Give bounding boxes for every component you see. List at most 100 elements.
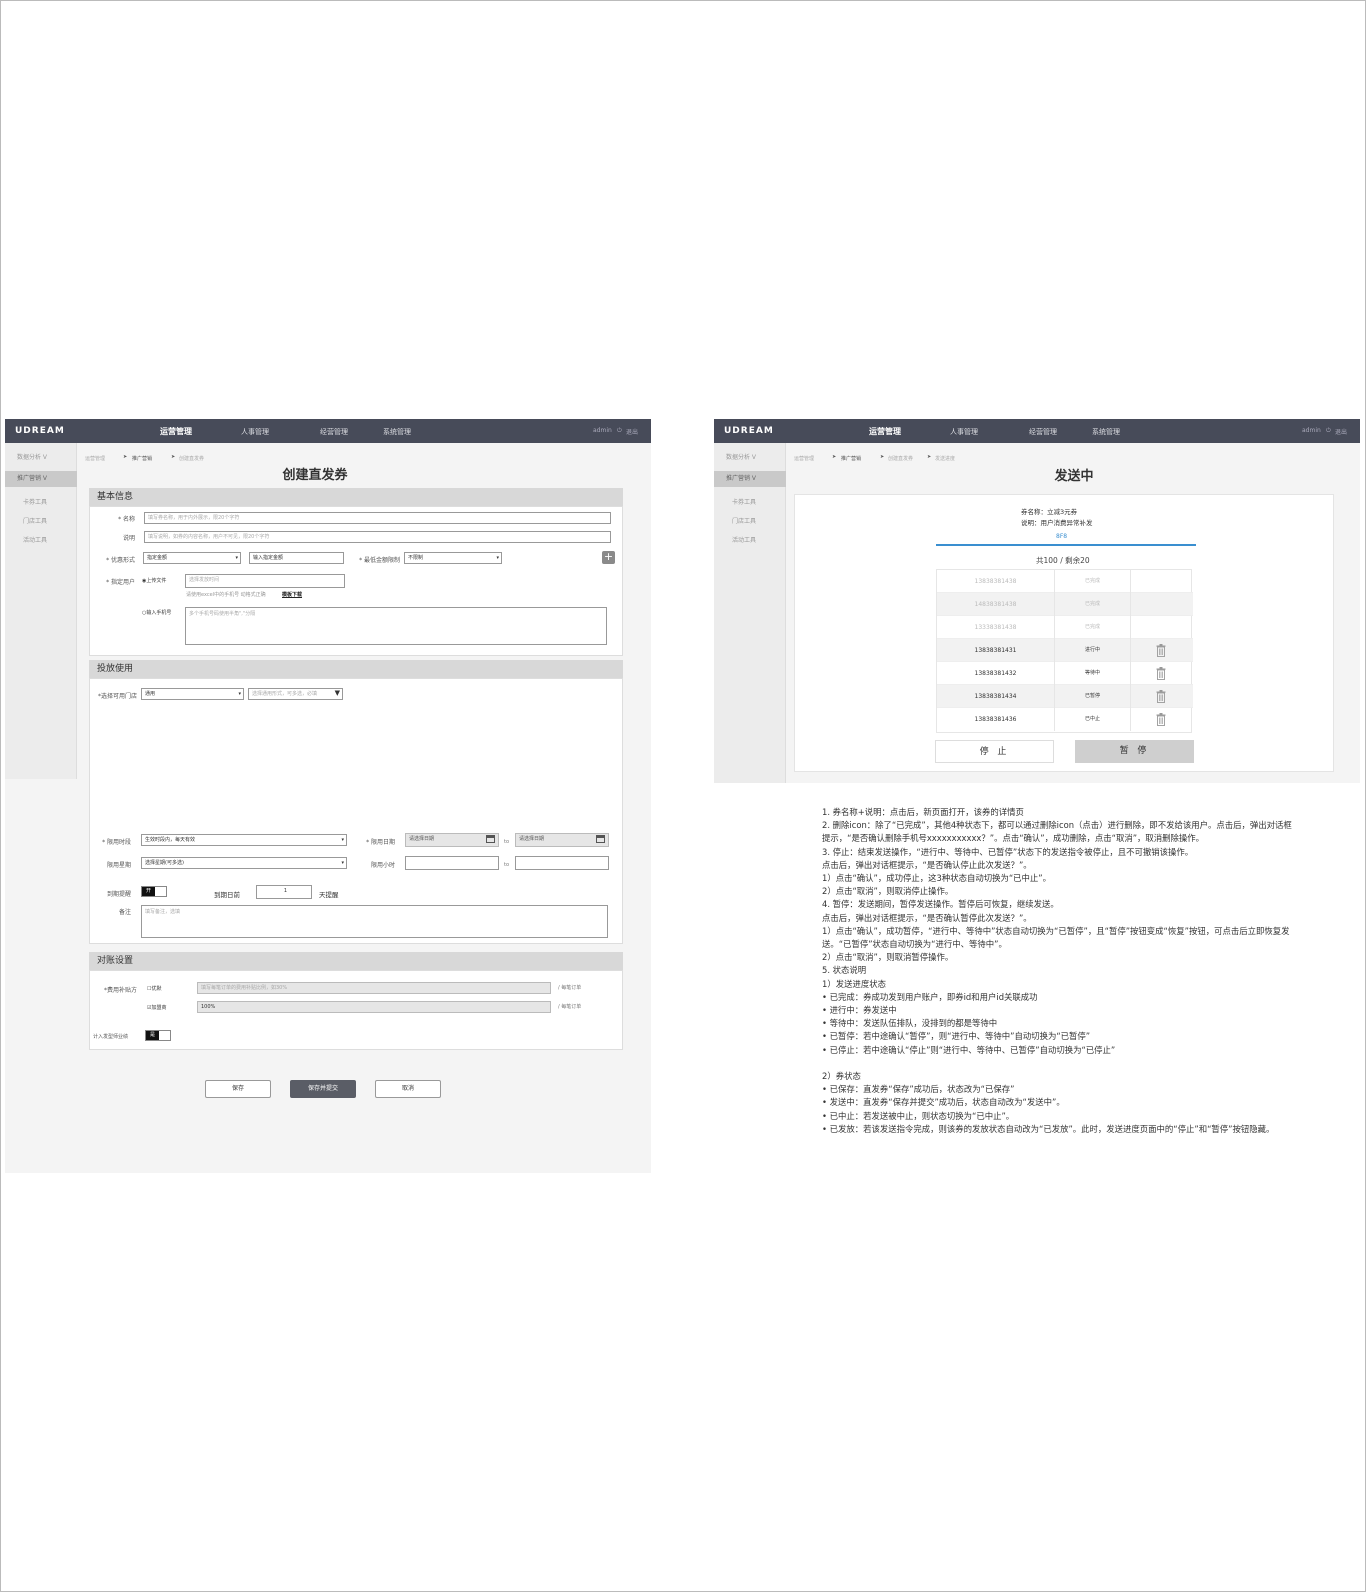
- trash-icon[interactable]: [1156, 644, 1166, 657]
- add-rule-button[interactable]: +: [602, 551, 615, 564]
- sidebar-sub-activity-tool[interactable]: 活动工具: [732, 535, 756, 544]
- days-input[interactable]: 1: [256, 885, 312, 899]
- coupon-desc-link[interactable]: 说明：用户消费异常补发: [1021, 517, 1093, 527]
- section-recon-header: 对账设置: [89, 952, 623, 970]
- breadcrumb-item[interactable]: 推广营销: [132, 455, 152, 462]
- pause-button[interactable]: 暂 停: [1075, 740, 1194, 763]
- nav-business[interactable]: 经营管理: [320, 427, 348, 437]
- note-line: • 等待中：发送队伍排队，没排到的都是等待中: [822, 1018, 998, 1029]
- start-date-input[interactable]: 请选择日期: [405, 833, 499, 847]
- note-line: • 已完成：券成功发到用户账户，即券id和用户id关联成功: [822, 991, 1038, 1002]
- udream-logo: UDREAM: [724, 426, 774, 436]
- progress-percent: 8F8: [1056, 533, 1068, 540]
- desc-input[interactable]: 填写说明，如券的内容名称，用户不可见，限20个字符: [144, 531, 611, 543]
- desc-label: 说明: [122, 535, 135, 542]
- end-date-input[interactable]: 请选择日期: [515, 833, 609, 847]
- admin-user[interactable]: admin: [593, 427, 612, 434]
- sidebar-sub-activity-tool[interactable]: 活动工具: [23, 535, 47, 544]
- trash-icon[interactable]: [1156, 713, 1166, 726]
- input-phone-radio[interactable]: ○输入手机号: [142, 609, 171, 616]
- count-performance-toggle[interactable]: 是: [145, 1030, 171, 1041]
- store-mode-select[interactable]: 选择通用形式，可多选，必填 ▼: [248, 688, 343, 700]
- sidebar-sub-store-tool[interactable]: 门店工具: [23, 516, 47, 525]
- logout-link[interactable]: 退出: [626, 427, 638, 436]
- nav-hr[interactable]: 人事管理: [950, 427, 978, 437]
- hour-to-label: to: [504, 862, 510, 868]
- breadcrumb-item[interactable]: 运营管理: [794, 455, 814, 462]
- sidebar-sub-coupon-tool[interactable]: 卡券工具: [23, 497, 47, 506]
- breadcrumb-item[interactable]: 运营管理: [85, 455, 105, 462]
- time-range-label: * 限用时段: [102, 839, 131, 846]
- expire-reminder-label: 到期提醒: [106, 891, 131, 898]
- nav-business[interactable]: 经营管理: [1029, 427, 1057, 437]
- note-line: • 已保存：直发券“保存”成功后，状态改为“已保存”: [822, 1084, 1015, 1095]
- sidebar-item-data-analysis[interactable]: 数据分析 V: [714, 450, 786, 466]
- save-submit-button[interactable]: 保存并提交: [290, 1080, 356, 1098]
- chevron-down-icon: ▾: [235, 555, 238, 561]
- sidebar-sub-store-tool[interactable]: 门店工具: [732, 516, 756, 525]
- nav-operations[interactable]: 运营管理: [869, 426, 901, 437]
- toggle-knob: 开: [142, 887, 155, 896]
- sidebar-item-data-analysis[interactable]: 数据分析 V: [5, 450, 77, 466]
- nav-system[interactable]: 系统管理: [383, 427, 411, 437]
- payer-option-franchisee[interactable]: ☑加盟商: [147, 1004, 166, 1011]
- nav-system[interactable]: 系统管理: [1092, 427, 1120, 437]
- note-line: 1）点击“确认”，成功暂停，“进行中、等待中”状态自动切换为“已暂停”，且“暂停…: [822, 925, 1290, 950]
- trash-icon[interactable]: [1156, 690, 1166, 703]
- stop-button[interactable]: 停 止: [935, 740, 1054, 763]
- name-input[interactable]: 填写券名称，用于内外展示，限20个字符: [144, 512, 611, 524]
- nav-operations[interactable]: 运营管理: [160, 426, 192, 437]
- note-line: 2）券状态: [822, 1071, 861, 1082]
- page-title: 发送中: [1054, 469, 1094, 484]
- note-line: 1. 券名称+说明：点击后，新页面打开，该券的详情页: [822, 807, 1024, 817]
- phone-number: 14838381438: [937, 593, 1055, 616]
- time-range-select[interactable]: 生效时段内，每天有效 ▾: [141, 834, 347, 846]
- end-hour-input[interactable]: [515, 856, 609, 870]
- chevron-down-icon: ▾: [341, 860, 344, 866]
- power-icon[interactable]: ⏻: [1326, 427, 1331, 435]
- note-line: [822, 1057, 1292, 1070]
- discount-type-select[interactable]: 指定金额 ▾: [143, 552, 241, 564]
- power-icon[interactable]: ⏻: [617, 427, 622, 435]
- sidebar-item-promotion[interactable]: 推广营销 V: [714, 471, 786, 487]
- breadcrumb-item: 发送进度: [935, 456, 956, 462]
- store-select[interactable]: 通用 ▾: [141, 688, 244, 700]
- calendar-icon[interactable]: [486, 835, 495, 843]
- min-amount-select[interactable]: 不限制 ▾: [404, 552, 502, 564]
- breadcrumb-item[interactable]: 创建直发券: [888, 455, 913, 462]
- store-mode-placeholder: 选择通用形式，可多选，必填: [252, 691, 318, 697]
- admin-user[interactable]: admin: [1302, 427, 1321, 434]
- udream-ratio-input[interactable]: 填写每笔订单的费用补贴比例，如30%: [197, 982, 551, 994]
- udream-logo: UDREAM: [15, 426, 65, 436]
- phone-number: 13838381438: [937, 570, 1055, 593]
- franchisee-ratio-input[interactable]: 100%: [197, 1001, 551, 1013]
- weekday-select[interactable]: 选择星期(可多选) ▾: [141, 857, 347, 869]
- upload-file-input[interactable]: 选择发放时间: [185, 574, 345, 588]
- amount-input[interactable]: 输入指定金额: [249, 552, 344, 564]
- note-line: 2）点击“取消”，则取消暂停操作。: [822, 952, 954, 963]
- upload-file-radio[interactable]: ◉上传文件: [142, 577, 166, 584]
- nav-hr[interactable]: 人事管理: [241, 427, 269, 437]
- save-button[interactable]: 保存: [205, 1080, 271, 1098]
- cancel-button[interactable]: 取消: [375, 1080, 441, 1098]
- phone-textarea[interactable]: 多个手机号码使用半角","分隔: [185, 607, 607, 645]
- expire-reminder-toggle[interactable]: 开: [141, 886, 167, 897]
- sidebar-sub-coupon-tool[interactable]: 卡券工具: [732, 497, 756, 506]
- start-hour-input[interactable]: [405, 856, 499, 870]
- remark-textarea[interactable]: 填写备注，选填: [141, 905, 608, 938]
- before-expire-label: 到期日前: [214, 891, 240, 899]
- breadcrumb-item[interactable]: 推广营销: [841, 455, 861, 462]
- trash-icon[interactable]: [1156, 667, 1166, 680]
- table-row: 13838381432 等待中: [937, 662, 1193, 685]
- payer-option-udream[interactable]: ☐优默: [147, 985, 161, 992]
- note-line: • 已中止：若发送被中止，则状态切换为“已中止”。: [822, 1110, 1015, 1121]
- sidebar-item-promotion[interactable]: 推广营销 V: [5, 471, 77, 487]
- table-row: 13838381436 已中止: [937, 708, 1193, 731]
- coupon-name-link[interactable]: 券名称：立减3元券: [1021, 506, 1077, 516]
- progress-summary: 共100 / 剩余20: [1036, 556, 1090, 565]
- logout-link[interactable]: 退出: [1335, 427, 1347, 436]
- per-order-label: / 每笔订单: [558, 985, 582, 991]
- calendar-icon[interactable]: [596, 835, 605, 843]
- template-download-link[interactable]: 模板下载: [282, 591, 302, 598]
- phone-number: 13838381432: [937, 662, 1055, 685]
